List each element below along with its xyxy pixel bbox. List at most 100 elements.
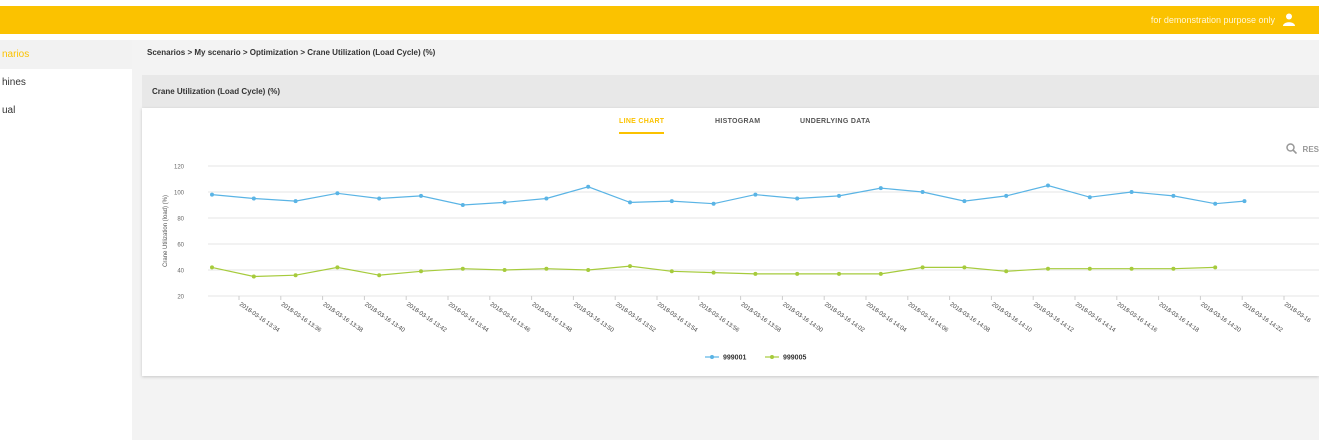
x-tick-label: 2018-03-16 14:18: [1157, 302, 1200, 334]
data-point: [669, 269, 674, 274]
legend-marker: [710, 355, 714, 359]
sidebar-item-manual[interactable]: ual: [0, 96, 132, 125]
data-point: [669, 199, 674, 204]
data-point: [920, 190, 925, 194]
data-point: [1242, 199, 1247, 204]
y-tick-label: 120: [174, 165, 185, 171]
demo-note: for demonstration purpose only: [1150, 15, 1275, 25]
data-point: [837, 193, 841, 198]
data-point: [1171, 266, 1176, 271]
x-tick-label: 2018-03-16 14:02: [823, 302, 866, 334]
data-point: [1046, 183, 1050, 188]
data-point: [502, 268, 507, 272]
top-bar: for demonstration purpose only: [0, 6, 1319, 34]
y-tick-label: 20: [177, 295, 184, 301]
data-point: [460, 266, 465, 271]
x-tick-label: 2018-03-16 14:00: [781, 302, 824, 334]
x-tick-label: 2018-03-16 14:12: [1032, 302, 1075, 334]
x-tick-label: 2018-03-16 14:08: [948, 302, 991, 334]
data-point: [335, 265, 340, 270]
data-point: [335, 191, 340, 196]
data-point: [586, 268, 591, 272]
x-tick-label: 2018-03-16 14:16: [1116, 302, 1159, 334]
x-tick-label: 2018-03-16 13:50: [572, 302, 615, 334]
data-point: [251, 196, 256, 201]
chart-card: LINE CHART HISTOGRAM UNDERLYING DATA RES…: [142, 108, 1319, 376]
x-tick-label: 2018-03-16 13:44: [447, 302, 490, 334]
y-tick-label: 40: [177, 269, 184, 275]
x-tick-label: 2018-03-16 13:46: [489, 302, 532, 334]
data-point: [419, 269, 423, 274]
data-point: [628, 200, 632, 205]
data-point: [1004, 269, 1009, 274]
data-point: [878, 271, 883, 276]
data-point: [1171, 193, 1176, 198]
data-point: [1129, 190, 1134, 194]
data-point: [1087, 266, 1092, 271]
data-point: [795, 196, 800, 201]
x-tick-label: 2018-03-16 13:56: [698, 302, 741, 334]
line-chart: 20 40 60 80 100 120 Crane Utilization (load) (…: [163, 165, 1319, 362]
x-tick-label: 2018-03-16 13:34: [238, 302, 281, 334]
data-point: [1087, 195, 1092, 200]
x-tick-label: 2018-03-16 14:04: [865, 302, 908, 334]
sidebar-item-machines[interactable]: hines: [0, 68, 132, 97]
y-tick-label: 100: [174, 191, 185, 197]
data-point: [377, 196, 382, 201]
data-point: [460, 203, 465, 207]
y-tick-label: 80: [177, 217, 184, 223]
data-point: [251, 274, 256, 279]
data-point: [962, 265, 967, 270]
data-point: [753, 271, 758, 276]
data-point: [1046, 266, 1050, 271]
x-tick-label: 2018-03-16 14:20: [1199, 302, 1242, 334]
data-point: [753, 192, 758, 197]
x-tick-label: 2018-03-16: [1283, 302, 1312, 325]
user-icon[interactable]: [1283, 13, 1295, 26]
x-tick-label: 2018-03-16 13:38: [321, 302, 364, 334]
data-point: [210, 265, 214, 270]
x-tick-label: 2018-03-16 14:22: [1241, 302, 1284, 334]
x-tick-label: 2018-03-16 14:10: [990, 302, 1033, 334]
data-point: [920, 265, 925, 270]
legend-marker: [770, 355, 774, 359]
data-point: [544, 266, 549, 271]
legend-label: 999005: [783, 355, 806, 362]
data-point: [1129, 266, 1134, 271]
data-point: [210, 192, 214, 197]
data-point: [962, 199, 967, 204]
card-title: Crane Utilization (Load Cycle) (%): [152, 87, 281, 96]
x-tick-label: 2018-03-16 14:14: [1074, 302, 1117, 334]
data-point: [293, 273, 298, 278]
data-point: [419, 193, 423, 198]
legend-label: 999001: [723, 355, 746, 362]
y-axis-label: Crane Utilization (load) (%): [163, 195, 169, 267]
data-point: [628, 264, 632, 269]
x-tick-label: 2018-03-16 13:52: [614, 302, 657, 334]
data-point: [1213, 201, 1218, 206]
data-point: [1004, 193, 1009, 198]
breadcrumb[interactable]: Scenarios > My scenario > Optimization >…: [147, 48, 435, 57]
data-point: [1213, 265, 1218, 270]
x-tick-label: 2018-03-16 13:54: [656, 302, 699, 334]
x-tick-label: 2018-03-16 13:36: [280, 302, 323, 334]
data-point: [293, 199, 298, 204]
main-area: Scenarios > My scenario > Optimization >…: [132, 40, 1319, 440]
data-point: [837, 271, 841, 276]
card-header: Crane Utilization (Load Cycle) (%): [142, 75, 1319, 108]
x-tick-label: 2018-03-16 13:48: [530, 302, 573, 334]
x-tick-label: 2018-03-16 13:42: [405, 302, 448, 334]
data-point: [586, 184, 591, 189]
sidebar-item-scenarios[interactable]: narios: [0, 40, 132, 69]
data-point: [711, 201, 716, 206]
data-point: [878, 186, 883, 191]
data-point: [795, 271, 800, 276]
data-point: [544, 196, 549, 201]
sidebar: narios hines ual: [0, 40, 132, 440]
data-point: [377, 273, 382, 278]
x-tick-label: 2018-03-16 14:06: [907, 302, 950, 334]
x-tick-label: 2018-03-16 13:58: [739, 302, 782, 334]
data-point: [502, 200, 507, 205]
x-tick-label: 2018-03-16 13:40: [363, 302, 406, 334]
y-tick-label: 60: [177, 243, 184, 249]
